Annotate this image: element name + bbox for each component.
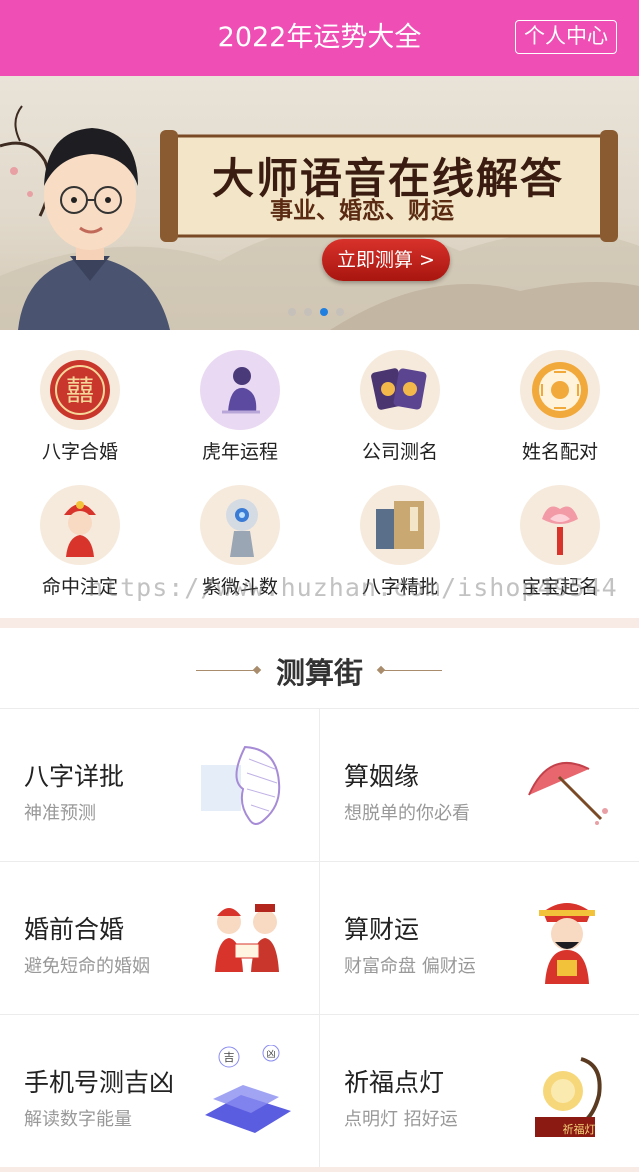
carousel-dot[interactable] [288, 308, 296, 316]
card-title: 祈福点灯 [344, 1068, 445, 1097]
card-phone-number[interactable]: 手机号测吉凶 解读数字能量 吉 凶 [0, 1015, 319, 1168]
card-blessing-lamp[interactable]: 祈福点灯 点明灯 招好运 祈福灯 [319, 1015, 639, 1168]
section-divider [0, 618, 639, 628]
card-subtitle: 解读数字能量 [24, 1109, 132, 1130]
card-premarital[interactable]: 婚前合婚 避免短命的婚姻 [0, 862, 319, 1015]
top-header: 2022年运势大全 个人中心 [0, 0, 639, 76]
card-title: 手机号测吉凶 [24, 1068, 175, 1097]
robot-icon [200, 485, 280, 565]
bagua-icon [520, 350, 600, 430]
bride-icon [40, 485, 120, 565]
card-title: 婚前合婚 [24, 915, 125, 944]
card-subtitle: 避免短命的婚姻 [24, 956, 150, 977]
books-icon [360, 485, 440, 565]
bottom-divider [0, 1167, 639, 1172]
grid-item-bazi-hehun[interactable]: 囍 八字合婚 [0, 330, 160, 465]
carousel-indicator[interactable] [288, 308, 344, 316]
grid-item-name-match[interactable]: 姓名配对 [480, 330, 639, 465]
svg-text:凶: 凶 [266, 1049, 275, 1060]
face-scan-icon [201, 745, 281, 825]
grid-item-tiger-year[interactable]: 虎年运程 [160, 330, 320, 465]
card-subtitle: 财富命盘 偏财运 [344, 956, 476, 977]
grid-item-company-name[interactable]: 公司测名 [320, 330, 480, 465]
card-marriage-fate[interactable]: 算姻缘 想脱单的你必看 [319, 709, 639, 862]
feature-grid: 囍 八字合婚 虎年运程 公司测名 姓名配对 命中注定 紫微斗数 八字精批 宝宝起… [0, 330, 639, 618]
grid-item-baby-name[interactable]: 宝宝起名 [480, 465, 639, 600]
grid-item-label: 公司测名 [361, 441, 438, 463]
phone-number-icon: 吉 凶 [205, 1045, 291, 1133]
double-happiness-icon: 囍 [40, 350, 120, 430]
card-subtitle: 想脱单的你必看 [344, 803, 470, 824]
banner-subline: 事业、婚恋、财运 [270, 197, 454, 224]
grid-item-label: 宝宝起名 [521, 576, 598, 598]
grid-item-label: 姓名配对 [521, 441, 598, 463]
promo-banner[interactable]: 大师语音在线解答 事业、婚恋、财运 立即测算 > [0, 76, 639, 330]
card-bazi-detail[interactable]: 八字详批 神准预测 [0, 709, 319, 862]
card-title: 算财运 [344, 915, 420, 944]
grid-item-label: 虎年运程 [201, 441, 278, 463]
umbrella-icon [528, 761, 608, 825]
grid-item-bazi-jingpi[interactable]: 八字精批 [320, 465, 480, 600]
svg-text:吉: 吉 [224, 1051, 235, 1064]
god-of-wealth-icon [539, 903, 595, 984]
grid-item-destiny[interactable]: 命中注定 [0, 465, 160, 600]
card-title: 八字详批 [24, 762, 125, 791]
cards-icon [360, 350, 440, 430]
grid-item-label: 紫微斗数 [201, 576, 278, 598]
lotus-lamp-icon [520, 485, 600, 565]
card-wealth[interactable]: 算财运 财富命盘 偏财运 [319, 862, 639, 1015]
card-subtitle: 神准预测 [24, 803, 96, 824]
grid-item-label: 命中注定 [41, 576, 118, 598]
user-center-button[interactable]: 个人中心 [515, 20, 617, 54]
service-cards: 八字详批 神准预测 算姻缘 想脱单的你必看 婚前合婚 避免短命的婚姻 算财运 财 [0, 708, 639, 1168]
card-subtitle: 点明灯 招好运 [344, 1109, 458, 1130]
section-title: 测算街 [275, 656, 363, 690]
svg-text:囍: 囍 [66, 374, 94, 407]
section-header: 测算街 [0, 628, 639, 708]
grid-item-label: 八字合婚 [41, 441, 118, 463]
couple-icon [215, 904, 279, 972]
carousel-dot-active[interactable] [320, 308, 328, 316]
carousel-dot[interactable] [304, 308, 312, 316]
grid-item-ziwei[interactable]: 紫微斗数 [160, 465, 320, 600]
grid-item-label: 八字精批 [361, 576, 438, 598]
title-ornament-right [382, 670, 442, 671]
sitting-person-icon [200, 350, 280, 430]
lamp-badge-text: 祈福灯 [562, 1123, 596, 1136]
carousel-dot[interactable] [336, 308, 344, 316]
banner-cta-button[interactable]: 立即测算 > [322, 239, 450, 281]
card-title: 算姻缘 [344, 762, 420, 791]
